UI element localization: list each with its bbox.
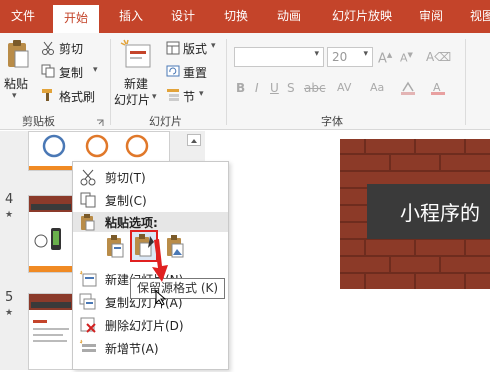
layout-icon bbox=[166, 41, 180, 55]
tooltip: 保留源格式 (K) bbox=[130, 278, 226, 299]
cut-button[interactable]: 剪切 bbox=[59, 40, 83, 57]
paste-dropdown-icon[interactable]: ▾ bbox=[12, 91, 17, 101]
mouse-cursor-icon bbox=[155, 290, 167, 306]
animation-star-icon: ★ bbox=[5, 210, 14, 220]
scroll-up-button[interactable] bbox=[187, 134, 201, 146]
grow-font-icon[interactable]: A▲ bbox=[378, 51, 392, 66]
section-icon bbox=[166, 88, 180, 102]
red-arrow-annotation bbox=[152, 239, 168, 282]
paste-options-label: 粘贴选项: bbox=[105, 216, 158, 230]
copy-icon bbox=[79, 191, 97, 209]
shadow-icon[interactable]: S bbox=[287, 81, 295, 95]
ribbon-tab-bar: 文件 开始 插入 设计 切换 动画 幻灯片放映 审阅 视图 bbox=[0, 0, 490, 33]
strikethrough-icon[interactable]: abc bbox=[304, 81, 326, 95]
chevron-down-icon[interactable]: ▾ bbox=[314, 49, 319, 59]
tab-transitions[interactable]: 切换 bbox=[213, 0, 259, 33]
layout-button[interactable]: 版式 bbox=[183, 40, 207, 57]
font-name-combo[interactable]: ▾ bbox=[234, 47, 324, 67]
font-size-value: 20 bbox=[332, 50, 348, 64]
slide-thumbnail[interactable] bbox=[28, 195, 74, 273]
highlight-icon[interactable] bbox=[400, 81, 416, 95]
new-slide-icon[interactable] bbox=[120, 39, 152, 69]
tab-home[interactable]: 开始 bbox=[53, 5, 99, 33]
paste-icon bbox=[79, 213, 97, 231]
bold-icon[interactable]: B bbox=[236, 81, 245, 95]
animation-star-icon: ★ bbox=[5, 308, 14, 318]
menu-item-label: 新增节(A) bbox=[105, 342, 159, 356]
new-slide-dropdown-icon[interactable]: ▾ bbox=[152, 92, 157, 102]
menu-item-label: 剪切(T) bbox=[105, 171, 146, 185]
copy-button[interactable]: 复制 bbox=[59, 64, 83, 81]
tab-review[interactable]: 审阅 bbox=[410, 0, 452, 33]
shrink-font-icon[interactable]: A▼ bbox=[400, 51, 413, 65]
format-painter-button[interactable]: 格式刷 bbox=[59, 88, 95, 105]
char-spacing-icon[interactable]: AV bbox=[337, 81, 351, 94]
slide-title[interactable]: 小程序的 bbox=[400, 197, 480, 226]
tab-view[interactable]: 视图 bbox=[462, 0, 490, 33]
dialog-launcher-icon[interactable] bbox=[96, 116, 104, 126]
format-painter-icon bbox=[41, 88, 55, 102]
tab-animations[interactable]: 动画 bbox=[266, 0, 312, 33]
menu-item-label: 删除幻灯片(D) bbox=[105, 319, 184, 333]
paste-icon[interactable] bbox=[6, 39, 30, 69]
scissors-icon bbox=[41, 41, 55, 55]
section-dropdown-icon[interactable]: ▾ bbox=[199, 89, 204, 99]
group-label-slides: 幻灯片 bbox=[149, 115, 182, 128]
reset-icon bbox=[166, 64, 180, 78]
tab-file[interactable]: 文件 bbox=[0, 0, 46, 33]
clear-format-icon[interactable]: A⌫ bbox=[426, 50, 451, 64]
new-slide-label-line1[interactable]: 新建 bbox=[124, 75, 148, 92]
ribbon-separator bbox=[110, 39, 111, 125]
duplicate-slide-icon bbox=[79, 293, 97, 311]
ribbon-separator bbox=[465, 39, 466, 125]
tab-slideshow[interactable]: 幻灯片放映 bbox=[320, 0, 404, 33]
tab-design[interactable]: 设计 bbox=[160, 0, 206, 33]
reset-button[interactable]: 重置 bbox=[183, 64, 207, 81]
group-label-clipboard: 剪贴板 bbox=[22, 115, 55, 128]
slide-number: 5 bbox=[5, 290, 14, 305]
new-slide-icon bbox=[79, 270, 97, 288]
tab-insert[interactable]: 插入 bbox=[108, 0, 154, 33]
menu-item-copy[interactable]: 复制(C) bbox=[73, 189, 228, 211]
italic-icon[interactable]: I bbox=[255, 81, 259, 95]
new-slide-button[interactable]: 幻灯片 bbox=[114, 91, 150, 108]
ribbon-separator bbox=[226, 39, 227, 125]
section-button[interactable]: 节 bbox=[183, 88, 195, 105]
delete-slide-icon bbox=[79, 316, 97, 334]
paste-use-destination-theme-icon[interactable] bbox=[105, 234, 125, 258]
change-case-icon[interactable]: Aa bbox=[370, 81, 384, 94]
font-color-icon[interactable]: A bbox=[430, 81, 446, 95]
add-section-icon bbox=[79, 339, 97, 357]
copy-dropdown-icon[interactable]: ▾ bbox=[93, 65, 98, 75]
slide-canvas[interactable]: 小程序的 bbox=[340, 131, 490, 370]
menu-item-add-section[interactable]: 新增节(A) bbox=[73, 337, 228, 359]
ribbon: 粘贴 ▾ 剪切 复制 ▾ 格式刷 剪贴板 新建 幻灯片 ▾ 版式 ▾ 重置 节 … bbox=[0, 33, 490, 130]
slide-number: 4 bbox=[5, 192, 14, 207]
paste-button[interactable]: 粘贴 bbox=[4, 75, 28, 92]
copy-icon bbox=[41, 64, 55, 78]
layout-dropdown-icon[interactable]: ▾ bbox=[211, 41, 216, 51]
paste-options-header: 粘贴选项: bbox=[73, 212, 228, 232]
font-size-combo[interactable]: 20 ▾ bbox=[327, 47, 373, 67]
menu-item-delete-slide[interactable]: 删除幻灯片(D) bbox=[73, 314, 228, 336]
chevron-down-icon[interactable]: ▾ bbox=[363, 49, 368, 59]
menu-item-label: 复制(C) bbox=[105, 194, 147, 208]
underline-icon[interactable]: U bbox=[270, 81, 279, 95]
menu-item-cut[interactable]: 剪切(T) bbox=[73, 166, 228, 188]
slide-thumbnail[interactable] bbox=[28, 293, 74, 370]
group-label-font: 字体 bbox=[321, 115, 343, 128]
scissors-icon bbox=[79, 168, 97, 186]
